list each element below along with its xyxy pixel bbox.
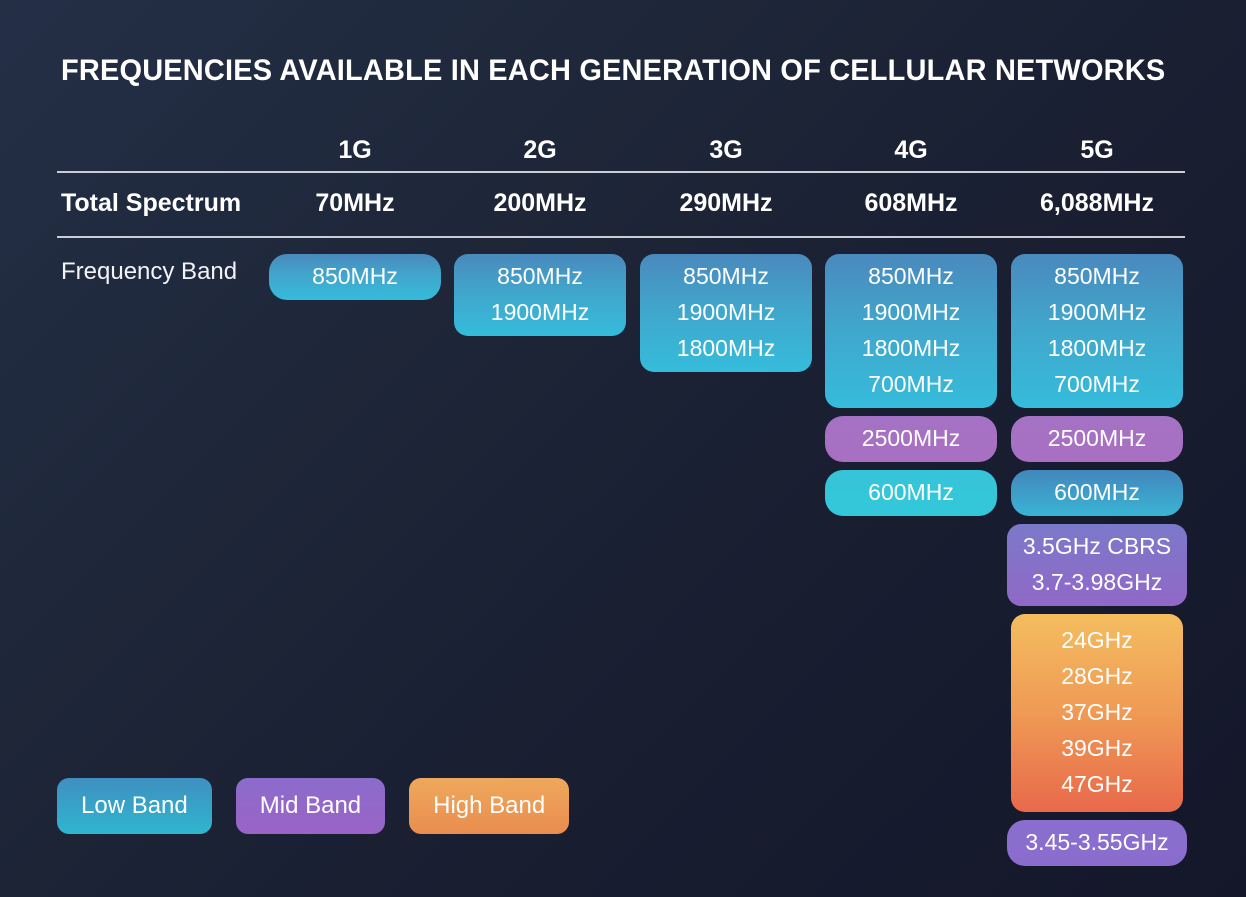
- frequency-value: 850MHz: [868, 263, 954, 289]
- frequency-value: 700MHz: [1054, 371, 1140, 397]
- total-spectrum-1g: 70MHz: [315, 189, 395, 217]
- legend-item-mid-band[interactable]: Mid Band: [235, 778, 386, 834]
- frequency-pill-5g-mid[interactable]: 2500MHz: [1011, 416, 1183, 462]
- frequency-value: 24GHz: [1061, 627, 1133, 653]
- generation-header-1g: 1G: [338, 136, 372, 164]
- generation-header-5g: 5G: [1080, 136, 1114, 164]
- frequency-pill-4g-low[interactable]: 600MHz: [825, 470, 997, 516]
- total-spectrum-2g: 200MHz: [493, 189, 587, 217]
- frequency-value: 3.7-3.98GHz: [1031, 569, 1163, 595]
- header-divider-bottom: [57, 236, 1185, 238]
- frequency-band-stack-2g: 850MHz 1900MHz: [447, 254, 633, 336]
- frequency-value: 850MHz: [1054, 263, 1140, 289]
- frequency-pill-5g-low[interactable]: 850MHz 1900MHz 1800MHz 700MHz: [1011, 254, 1183, 408]
- frequency-value: 1900MHz: [676, 299, 776, 325]
- frequency-value: 1800MHz: [1047, 335, 1147, 361]
- frequency-band-stack-4g: 850MHz 1900MHz 1800MHz 700MHz 2500MHz 600MHz: [818, 254, 1004, 516]
- frequency-pill-5g-mid[interactable]: 3.45-3.55GHz: [1007, 820, 1187, 866]
- frequency-value: 1800MHz: [676, 335, 776, 361]
- legend-item-high-band[interactable]: High Band: [409, 778, 570, 834]
- legend-label-low-band: Low Band: [81, 792, 188, 819]
- frequency-band-stack-3g: 850MHz 1900MHz 1800MHz: [633, 254, 819, 372]
- frequency-value: 600MHz: [1054, 479, 1140, 505]
- generation-header-3g: 3G: [709, 136, 743, 164]
- frequency-value: 1900MHz: [861, 299, 961, 325]
- total-spectrum-4g: 608MHz: [864, 189, 958, 217]
- frequency-value: 600MHz: [868, 479, 954, 505]
- frequency-value: 28GHz: [1061, 663, 1133, 689]
- total-spectrum-3g: 290MHz: [679, 189, 773, 217]
- frequency-value: 1900MHz: [490, 299, 590, 325]
- frequency-pill-4g-low[interactable]: 850MHz 1900MHz 1800MHz 700MHz: [825, 254, 997, 408]
- generation-header-4g: 4G: [894, 136, 928, 164]
- total-spectrum-5g: 6,088MHz: [1040, 189, 1154, 217]
- page-title: FREQUENCIES AVAILABLE IN EACH GENERATION…: [61, 54, 1166, 87]
- frequency-value: 2500MHz: [1047, 425, 1147, 451]
- legend-label-high-band: High Band: [433, 792, 546, 819]
- frequency-value: 850MHz: [497, 263, 583, 289]
- frequency-pill-5g-low[interactable]: 600MHz: [1011, 470, 1183, 516]
- frequency-pill-1g-low[interactable]: 850MHz: [269, 254, 441, 300]
- generation-header-2g: 2G: [523, 136, 557, 164]
- header-divider-top: [57, 171, 1185, 173]
- frequency-value: 700MHz: [868, 371, 954, 397]
- frequency-value: 850MHz: [312, 263, 398, 289]
- frequency-pill-4g-mid[interactable]: 2500MHz: [825, 416, 997, 462]
- frequency-pill-2g-low[interactable]: 850MHz 1900MHz: [454, 254, 626, 336]
- frequency-pill-5g-high[interactable]: 24GHz 28GHz 37GHz 39GHz 47GHz: [1011, 614, 1183, 812]
- frequency-pill-3g-low[interactable]: 850MHz 1900MHz 1800MHz: [640, 254, 812, 372]
- frequency-band-stack-5g: 850MHz 1900MHz 1800MHz 700MHz 2500MHz 600MHz 3…: [1004, 254, 1190, 866]
- frequency-value: 2500MHz: [861, 425, 961, 451]
- frequency-value: 3.45-3.55GHz: [1025, 829, 1169, 855]
- legend-item-low-band[interactable]: Low Band: [57, 778, 212, 834]
- row-label-frequency-band: Frequency Band: [61, 258, 238, 285]
- frequency-value: 1800MHz: [861, 335, 961, 361]
- frequency-value: 37GHz: [1061, 699, 1133, 725]
- frequency-pill-5g-mid[interactable]: 3.5GHz CBRS 3.7-3.98GHz: [1007, 524, 1187, 606]
- row-label-total-spectrum: Total Spectrum: [61, 189, 242, 217]
- frequency-value: 39GHz: [1061, 735, 1133, 761]
- frequency-value: 850MHz: [683, 263, 769, 289]
- legend-label-mid-band: Mid Band: [259, 792, 362, 819]
- frequency-value: 47GHz: [1061, 771, 1133, 797]
- frequency-band-stack-1g: 850MHz: [262, 254, 448, 300]
- band-legend: Low Band Mid Band High Band: [57, 778, 570, 834]
- frequency-value: 1900MHz: [1047, 299, 1147, 325]
- frequency-value: 3.5GHz CBRS: [1022, 533, 1172, 559]
